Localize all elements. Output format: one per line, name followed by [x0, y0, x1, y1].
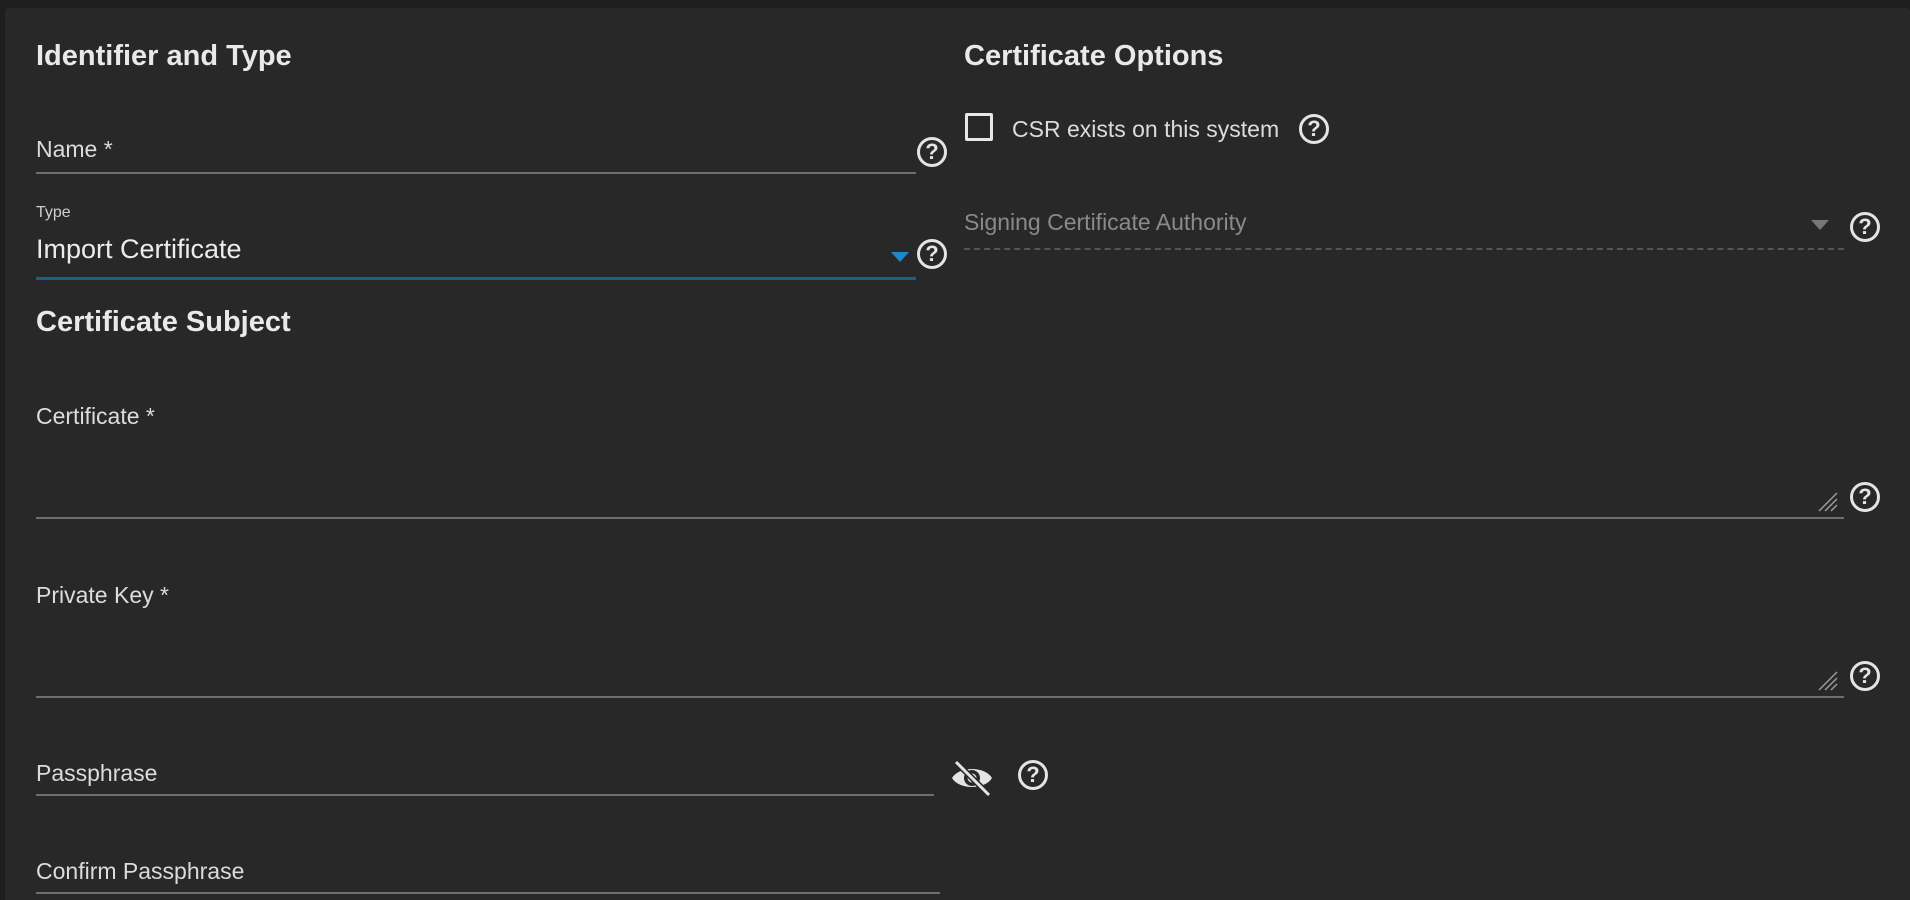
private-key-underline: [36, 696, 1844, 698]
help-glyph: ?: [1858, 484, 1872, 509]
type-field-label: Type: [36, 204, 71, 221]
private-key-textarea[interactable]: [36, 574, 1848, 698]
certificate-form-card: Identifier and Type Name * ? Type Import…: [5, 8, 1910, 900]
name-help-icon[interactable]: ?: [917, 137, 947, 167]
csr-help-icon[interactable]: ?: [1299, 114, 1329, 144]
eye-off-icon[interactable]: [949, 758, 995, 798]
subject-section-title: Certificate Subject: [36, 306, 291, 338]
type-select[interactable]: Import Certificate: [36, 234, 916, 274]
signing-ca-help-icon[interactable]: ?: [1850, 212, 1880, 242]
resize-handle-icon[interactable]: [1817, 670, 1839, 692]
signing-ca-select[interactable]: [964, 204, 1844, 244]
certificate-help-icon[interactable]: ?: [1850, 482, 1880, 512]
caret-down-icon: [1811, 220, 1829, 230]
name-field-underline: [36, 172, 916, 174]
certificate-underline: [36, 517, 1844, 519]
private-key-help-icon[interactable]: ?: [1850, 661, 1880, 691]
identifier-section-title: Identifier and Type: [36, 40, 292, 72]
help-glyph: ?: [925, 241, 939, 266]
type-select-underline: [36, 277, 916, 280]
name-input[interactable]: [36, 128, 916, 168]
help-glyph: ?: [1026, 762, 1040, 787]
resize-handle-icon[interactable]: [1817, 491, 1839, 513]
confirm-passphrase-input[interactable]: [36, 850, 940, 890]
type-select-value: Import Certificate: [36, 234, 242, 264]
csr-checkbox[interactable]: [965, 113, 993, 141]
passphrase-underline: [36, 794, 934, 796]
help-glyph: ?: [1307, 116, 1321, 141]
caret-down-icon[interactable]: [891, 252, 909, 262]
signing-ca-underline: [964, 248, 1844, 250]
passphrase-input[interactable]: [36, 752, 934, 792]
confirm-passphrase-underline: [36, 892, 940, 894]
passphrase-help-icon[interactable]: ?: [1018, 760, 1048, 790]
help-glyph: ?: [925, 139, 939, 164]
csr-checkbox-label: CSR exists on this system: [1012, 116, 1280, 142]
type-help-icon[interactable]: ?: [917, 239, 947, 269]
help-glyph: ?: [1858, 663, 1872, 688]
options-section-title: Certificate Options: [964, 40, 1224, 72]
help-glyph: ?: [1858, 214, 1872, 239]
certificate-textarea[interactable]: [36, 394, 1848, 518]
